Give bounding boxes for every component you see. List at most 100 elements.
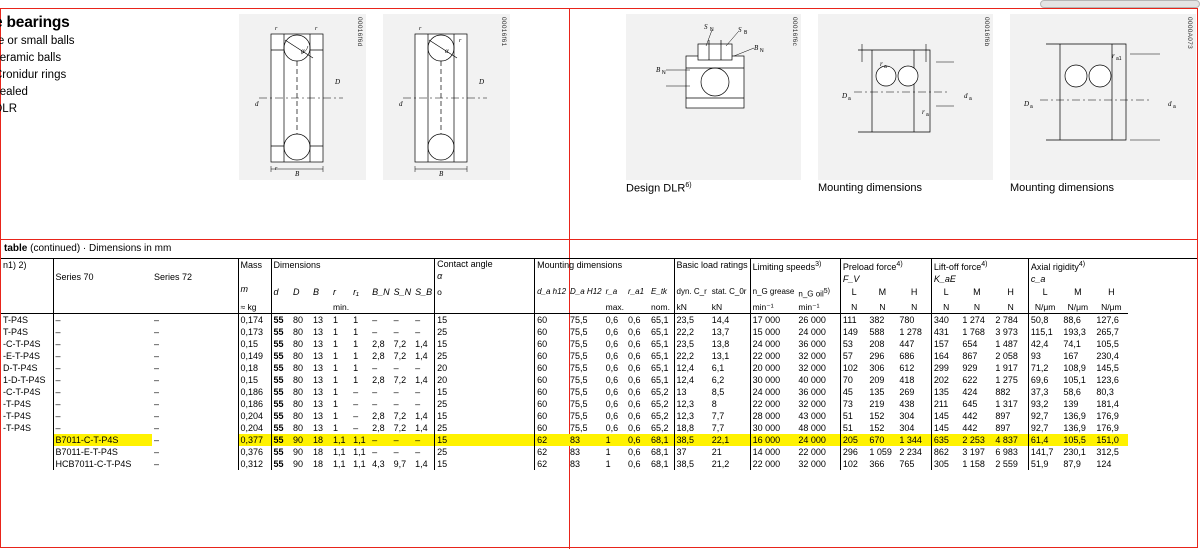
hdr-mounting-dimensions: Mounting dimensions (534, 259, 675, 286)
table-row[interactable]: B7011-C-T-P4S –0,377 55 90 18 1,1 1,1– – –15 62 83… (1, 434, 1129, 446)
cell-s72: – (154, 435, 160, 445)
table-row[interactable]: B7011-E-T-P4S –0,376 55 90 18 1,1 1,1– – –25 62 83… (1, 446, 1128, 458)
cell-ph: 269 (899, 387, 915, 397)
cell-ngo: 32 000 (798, 363, 826, 373)
cell-am: 139 (1063, 399, 1079, 409)
cell-d: 55 (270, 374, 291, 386)
svg-text:N: N (760, 48, 764, 54)
cell-Da: 75,5 (570, 399, 588, 409)
svg-text:a: a (969, 96, 972, 102)
caption-design-dlr-text: Design DLR (626, 182, 686, 195)
cell-B: 13 (313, 339, 324, 349)
table-row[interactable]: -T-P4S – –0,204 55 80 13 1–2,8 7,2 1,4 25 60 75,5 0,… (1, 422, 1128, 434)
hdr-preload-unit-L: N (839, 300, 868, 314)
cell-pm: 208 (869, 339, 885, 349)
cell-ah: 127,6 (1096, 315, 1119, 325)
table-row[interactable]: 1-D-T-P4S – –0,15 55 80 13 1 1 2,8 7,2 1,4 20 60 75,5… (1, 374, 1128, 386)
cell-D: 80 (293, 351, 304, 361)
hdr-liftoff-H: H (1007, 286, 1014, 297)
hdr-preload-L: L (839, 285, 868, 301)
table-row[interactable]: -C-T-P4S – –0,186 55 80 13 1– – – –15 60 75,5 0,6 0,6… (1, 386, 1128, 398)
cell-bn: – (370, 434, 392, 446)
svg-text:d: d (399, 100, 403, 108)
cell-d1: D-T-P4S (3, 363, 38, 373)
cell-Da: 83 (570, 459, 581, 469)
cell-B: 13 (313, 351, 324, 361)
cell-r: 1 (333, 423, 339, 433)
table-row[interactable]: D-T-P4S – –0,18 55 80 13 1 1– – –20 60 75,5 0,6 0,6 65… (1, 362, 1128, 374)
cell-ngg: 20 000 (749, 362, 797, 374)
cell-cr: 13 (673, 386, 710, 398)
table-row[interactable]: -T-P4S – –0,204 55 80 13 1–2,8 7,2 1,4 15 60 75,5 0,… (1, 410, 1128, 422)
cell-m: 0,312 (237, 458, 271, 470)
cell-m: 0,377 (237, 434, 271, 446)
cell-sn: – (393, 447, 399, 457)
cell-etk: 68,1 (651, 447, 669, 457)
svg-text:a: a (1173, 104, 1176, 110)
cell-ah: 265,7 (1096, 327, 1119, 337)
svg-text:d: d (1168, 100, 1172, 108)
figure-mounting-2: 0000A073 r a1 Da da (1010, 14, 1196, 180)
mounting-drawing-2: r a1 Da da (1023, 43, 1176, 141)
cell-sn: 7,2 (393, 423, 407, 433)
cell-s72: – (154, 375, 160, 385)
cell-s70: – (52, 350, 152, 362)
cell-pm: 382 (869, 315, 885, 325)
cell-ra1: 0,6 (628, 351, 641, 361)
cell-lm: 2 253 (960, 434, 994, 446)
cell-B: 13 (313, 423, 324, 433)
cell-pm: 670 (867, 434, 898, 446)
cell-pm: 296 (869, 351, 885, 361)
cell-B: 18 (311, 434, 331, 446)
cell-B: 18 (313, 459, 324, 469)
table-row[interactable]: -E-T-P4S – – 0,149 55 80 13 1 1 2,8 7,2 1,4 25 60 75,5… (1, 350, 1128, 362)
cell-B: 13 (313, 363, 324, 373)
table-row[interactable]: T-P4S – –0,173 55 80 13 1 1– – –25 60 75,5 0,6 0,6 65,… (1, 326, 1128, 338)
cell-bn: – (372, 447, 378, 457)
cell-cr: 18,8 (673, 422, 710, 434)
table-row[interactable]: HCB7011-C-T-P4S – 0,312 55 90 18 1,1 1,1 4,3 9,7 1… (1, 458, 1128, 470)
cell-bn: – (372, 387, 378, 397)
cell-Da: 83 (570, 447, 581, 457)
cell-am: 230,1 (1063, 447, 1086, 457)
hdr-dim-SN: S_N (393, 286, 412, 297)
cell-B: 13 (313, 315, 324, 325)
cell-da: 60 (534, 313, 569, 326)
svg-text:a: a (926, 112, 929, 118)
cell-etk: 68,1 (651, 459, 669, 469)
table-row[interactable]: -C-T-P4S – – 0,15 55 80 13 1 1 2,8 7,2 1,4 15 60 75,5 0… (1, 338, 1128, 350)
cell-ll: 305 (930, 458, 961, 470)
cell-ngg: 17 000 (749, 313, 797, 326)
cell-cr: 23,5 (673, 338, 710, 350)
hdr-basic-load: Basic load ratings (673, 259, 751, 286)
cell-ll: 135 (930, 386, 961, 398)
cell-pl: 51 (839, 410, 868, 422)
cell-etk: 65,1 (651, 363, 669, 373)
hdr-axial-unit-L: N/μm (1027, 300, 1062, 314)
hdr-axial-sym: c_a (1030, 274, 1046, 284)
table-row[interactable]: T-P4S – –0,174 55 80 13 1 1– – –15 60 75,5 0,6 0,6 65,… (1, 313, 1129, 326)
cell-sb: 1,4 (415, 375, 428, 385)
cell-ll: 299 (930, 362, 961, 374)
hdr-axial-L: L (1027, 285, 1062, 301)
hdr-axial-text: Axial rigidity (1030, 262, 1079, 272)
cell-ah: 80,3 (1096, 387, 1114, 397)
scrollbar[interactable] (1040, 0, 1200, 8)
cell-etk: 65,2 (651, 399, 669, 409)
cell-ngg: 22 000 (749, 458, 797, 470)
cell-s70: B7011-E-T-P4S (52, 446, 152, 458)
cell-Da: 75,5 (570, 363, 588, 373)
cell-ngg: 16 000 (749, 434, 797, 446)
cell-pl: 205 (839, 434, 868, 446)
cell-cr: 23,5 (673, 313, 710, 326)
cell-D: 80 (293, 387, 304, 397)
table-row[interactable]: -T-P4S – –0,186 55 80 13 1– – – –25 60 75,5 0,6 0,6 65… (1, 398, 1128, 410)
cell-ph: 447 (899, 339, 915, 349)
cell-ra1: 0,6 (628, 315, 641, 325)
cell-ah: 105,5 (1096, 339, 1119, 349)
cell-d1: 1-D-T-P4S (3, 375, 46, 385)
hdr-dim-unit-SB (413, 301, 435, 314)
cell-ah: 230,4 (1096, 351, 1119, 361)
cell-sb: 1,4 (415, 459, 428, 469)
cell-alpha: 25 (434, 350, 535, 362)
